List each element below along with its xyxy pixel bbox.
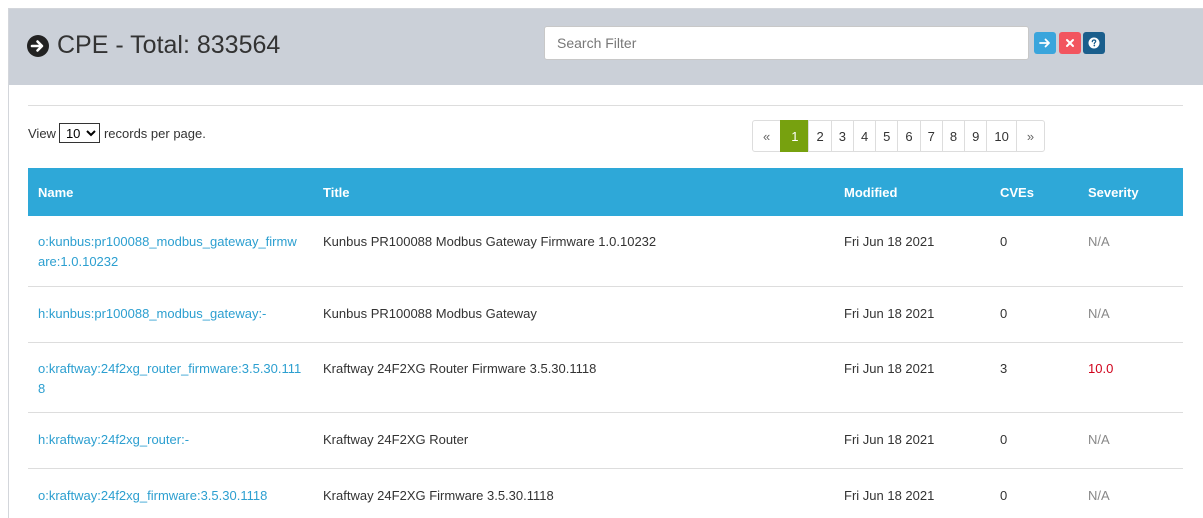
cell-title: Kunbus PR100088 Modbus Gateway Firmware … xyxy=(313,216,834,287)
cell-cves: 3 xyxy=(990,342,1078,413)
arrow-right-icon xyxy=(1039,38,1050,48)
main-content: View 10 records per page. « 1 2 3 4 5 6 … xyxy=(28,105,1183,518)
cell-title: Kraftway 24F2XG Router Firmware 3.5.30.1… xyxy=(313,342,834,413)
search-input[interactable] xyxy=(544,26,1029,60)
page-frame: CPE - Total: 833564 View xyxy=(8,8,1203,518)
cell-severity: N/A xyxy=(1078,216,1183,287)
cell-cves: 0 xyxy=(990,468,1078,518)
column-header-name[interactable]: Name xyxy=(28,168,313,216)
circle-arrow-right-icon xyxy=(27,34,49,57)
per-page-select[interactable]: 10 xyxy=(58,123,100,143)
table-row: h:kunbus:pr100088_modbus_gateway:- Kunbu… xyxy=(28,286,1183,343)
pagination-page-2[interactable]: 2 xyxy=(808,120,832,152)
cpe-table: Name Title Modified CVEs Severity o:kunb… xyxy=(28,168,1183,518)
help-button[interactable] xyxy=(1083,32,1105,54)
pagination-page-7[interactable]: 7 xyxy=(919,120,943,152)
cell-modified: Fri Jun 18 2021 xyxy=(834,412,990,469)
table-row: h:kraftway:24f2xg_router:- Kraftway 24F2… xyxy=(28,412,1183,469)
pagination-page-9[interactable]: 9 xyxy=(964,120,988,152)
pagination-page-3[interactable]: 3 xyxy=(830,120,854,152)
cell-severity: N/A xyxy=(1078,468,1183,518)
cell-severity: N/A xyxy=(1078,412,1183,469)
cell-title: Kraftway 24F2XG Router xyxy=(313,412,834,469)
page-title: CPE - Total: 833564 xyxy=(27,31,280,60)
table-row: o:kunbus:pr100088_modbus_gateway_firmwar… xyxy=(28,216,1183,287)
pagination-page-10[interactable]: 10 xyxy=(986,120,1017,152)
cell-cves: 0 xyxy=(990,412,1078,469)
cpe-link[interactable]: h:kunbus:pr100088_modbus_gateway:- xyxy=(38,306,266,321)
cell-modified: Fri Jun 18 2021 xyxy=(834,286,990,343)
cpe-link[interactable]: h:kraftway:24f2xg_router:- xyxy=(38,432,189,447)
search-submit-button[interactable] xyxy=(1034,32,1056,54)
pagination: « 1 2 3 4 5 6 7 8 9 10 » xyxy=(752,120,1046,152)
pagination-prev[interactable]: « xyxy=(752,120,782,152)
cpe-link[interactable]: o:kunbus:pr100088_modbus_gateway_firmwar… xyxy=(38,234,297,269)
cell-name: h:kunbus:pr100088_modbus_gateway:- xyxy=(28,286,313,343)
cell-cves: 0 xyxy=(990,286,1078,343)
cell-name: o:kraftway:24f2xg_router_firmware:3.5.30… xyxy=(28,342,313,413)
page-header: CPE - Total: 833564 xyxy=(9,9,1203,85)
pagination-page-8[interactable]: 8 xyxy=(941,120,966,152)
cell-name: h:kraftway:24f2xg_router:- xyxy=(28,412,313,469)
cell-severity: N/A xyxy=(1078,286,1183,343)
records-per-page: View 10 records per page. xyxy=(28,123,206,143)
page-title-text: CPE - Total: 833564 xyxy=(57,31,281,59)
pagination-page-5[interactable]: 5 xyxy=(875,120,899,152)
cell-name: o:kunbus:pr100088_modbus_gateway_firmwar… xyxy=(28,216,313,287)
column-header-cves[interactable]: CVEs xyxy=(990,168,1078,216)
cpe-link[interactable]: o:kraftway:24f2xg_firmware:3.5.30.1118 xyxy=(38,488,267,503)
column-header-severity[interactable]: Severity xyxy=(1078,168,1183,216)
cpe-link[interactable]: o:kraftway:24f2xg_router_firmware:3.5.30… xyxy=(38,361,301,396)
cell-modified: Fri Jun 18 2021 xyxy=(834,468,990,518)
table-row: o:kraftway:24f2xg_firmware:3.5.30.1118 K… xyxy=(28,468,1183,518)
column-header-modified[interactable]: Modified xyxy=(834,168,990,216)
cell-title: Kraftway 24F2XG Firmware 3.5.30.1118 xyxy=(313,468,834,518)
pagination-next[interactable]: » xyxy=(1015,120,1046,152)
table-row: o:kraftway:24f2xg_router_firmware:3.5.30… xyxy=(28,342,1183,413)
cell-modified: Fri Jun 18 2021 xyxy=(834,216,990,287)
pagination-page-4[interactable]: 4 xyxy=(852,120,877,152)
view-prefix-label: View xyxy=(28,125,56,141)
view-suffix-label: records per page. xyxy=(103,125,206,141)
table-controls: View 10 records per page. « 1 2 3 4 5 6 … xyxy=(28,106,1183,168)
cell-title: Kunbus PR100088 Modbus Gateway xyxy=(313,286,834,343)
pagination-page-1[interactable]: 1 xyxy=(780,120,810,152)
question-icon xyxy=(1088,37,1100,49)
column-header-title[interactable]: Title xyxy=(313,168,834,216)
pagination-page-6[interactable]: 6 xyxy=(897,120,921,152)
search-clear-button[interactable] xyxy=(1059,32,1081,54)
close-icon xyxy=(1066,39,1074,47)
cell-severity: 10.0 xyxy=(1078,342,1183,413)
table-header-row: Name Title Modified CVEs Severity xyxy=(28,168,1183,216)
cell-name: o:kraftway:24f2xg_firmware:3.5.30.1118 xyxy=(28,468,313,518)
cell-modified: Fri Jun 18 2021 xyxy=(834,342,990,413)
cell-cves: 0 xyxy=(990,216,1078,287)
